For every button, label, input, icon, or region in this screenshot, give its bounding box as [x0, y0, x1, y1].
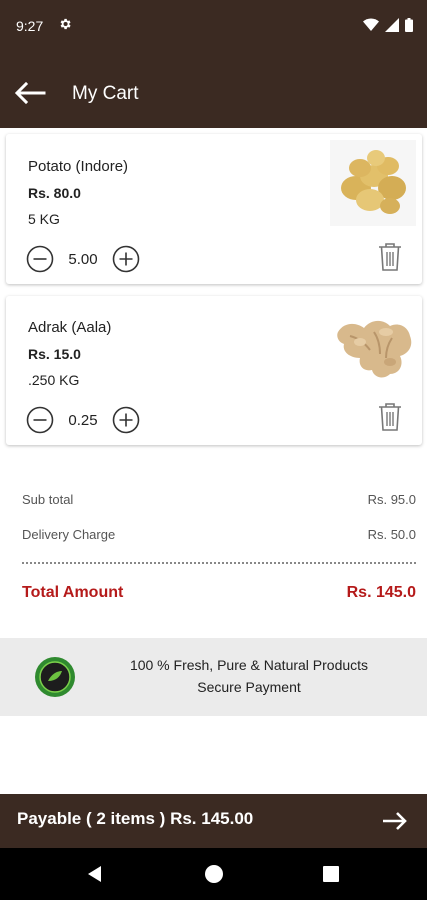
cart-item-card: Adrak (Aala) Rs. 15.0 .250 KG 0.25 [6, 296, 422, 445]
divider [22, 562, 416, 564]
subtotal-label: Sub total [22, 492, 74, 507]
checkout-bar[interactable]: Payable ( 2 items ) Rs. 145.00 [0, 794, 427, 848]
quantity-stepper: 0.25 [26, 406, 140, 434]
nav-back-icon[interactable] [86, 865, 102, 883]
plus-circle-icon[interactable] [112, 406, 140, 434]
wifi-icon [363, 18, 379, 31]
battery-icon [405, 18, 413, 32]
quantity-value: 5.00 [68, 250, 98, 268]
app-bar: My Cart [0, 56, 427, 128]
total-value: Rs. 145.0 [346, 584, 416, 601]
arrow-left-icon[interactable] [14, 82, 46, 104]
page-title: My Cart [72, 83, 139, 104]
status-time: 9:27 [16, 18, 44, 34]
plus-circle-icon[interactable] [112, 245, 140, 273]
cart-item-card: Potato (Indore) Rs. 80.0 5 KG 5.00 [6, 134, 422, 284]
item-name: Adrak (Aala) [28, 319, 112, 336]
status-bar: 9:27 [0, 0, 427, 56]
delivery-label: Delivery Charge [22, 527, 116, 542]
promo-line-1: 100 % Fresh, Pure & Natural Products [129, 657, 369, 673]
promo-text: 100 % Fresh, Pure & Natural Products Sec… [92, 654, 406, 698]
subtotal-value: Rs. 95.0 [367, 492, 416, 507]
minus-circle-icon[interactable] [26, 406, 54, 434]
promo-line-2: Secure Payment [197, 679, 301, 695]
minus-circle-icon[interactable] [26, 245, 54, 273]
item-name: Potato (Indore) [28, 158, 129, 175]
subtotal-row: Sub total Rs. 95.0 [22, 492, 416, 507]
payable-label[interactable]: Payable ( 2 items ) Rs. 145.00 [17, 809, 253, 829]
total-label: Total Amount [22, 584, 124, 601]
system-nav-bar [0, 848, 427, 900]
organic-badge-icon [35, 657, 75, 697]
item-unit: .250 KG [28, 372, 80, 388]
signal-icon [385, 18, 399, 32]
item-price: Rs. 80.0 [28, 185, 81, 201]
quantity-stepper: 5.00 [26, 245, 140, 273]
status-icons [363, 18, 413, 32]
trash-icon[interactable] [378, 242, 402, 272]
item-price: Rs. 15.0 [28, 346, 81, 362]
trash-icon[interactable] [378, 402, 402, 432]
promo-banner: 100 % Fresh, Pure & Natural Products Sec… [0, 638, 427, 716]
delivery-value: Rs. 50.0 [367, 527, 416, 542]
arrow-right-icon[interactable] [381, 810, 409, 832]
potato-image [330, 140, 416, 226]
gear-icon [60, 18, 71, 30]
nav-recents-icon[interactable] [323, 866, 339, 882]
quantity-value: 0.25 [68, 411, 98, 429]
nav-home-icon[interactable] [205, 865, 223, 883]
ginger-image [330, 302, 416, 388]
total-row: Total Amount Rs. 145.0 [22, 584, 416, 602]
delivery-row: Delivery Charge Rs. 50.0 [22, 527, 416, 542]
item-unit: 5 KG [28, 211, 60, 227]
